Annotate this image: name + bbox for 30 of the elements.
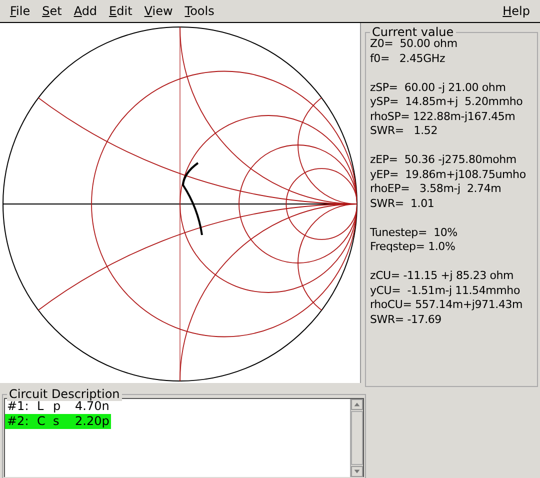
value-line: rhoCU= 557.14m+j971.43m [370,298,524,312]
value-line: Z0= 50.00 ohm [370,37,458,52]
value-line: zCU= -11.15 +j 85.23 ohm [370,269,515,284]
menu-item[interactable]: View [138,4,179,18]
value-line: zEP= 50.36 -j275.80mohm [370,153,518,168]
value-line: Freqstep= 1.0% [370,240,456,254]
menu-item[interactable]: Help [496,4,536,18]
value-line: yEP= 19.86m+j108.75umho [370,168,527,182]
menu-item[interactable]: Add [68,4,104,18]
value-line: rhoSP= 122.88m-j167.45m [370,110,516,124]
panel-title: Circuit Description [7,387,122,401]
panel-title: Current value [370,25,456,39]
scroll-bar[interactable] [350,399,363,477]
value-line: yCU= -1.51m-j 11.54mmho [370,284,521,298]
circuit-row[interactable]: #1: L p 4.70n [5,399,112,414]
menu-item[interactable]: Set [36,4,68,18]
value-line: rhoEP= 3.58m-j 2.74m [370,182,502,196]
value-line: SWR= 1.01 [370,196,436,211]
scroll-down-icon[interactable] [351,466,363,477]
menu-item[interactable]: Edit [103,4,138,18]
value-line: SWR= -17.69 [370,312,442,327]
value-line: ySP= 14.85m+j 5.20mmho [370,95,524,110]
menu-item[interactable]: Tools [178,4,220,18]
value-line: Tunestep= 10% [370,226,458,240]
circuit-row[interactable]: #2: C s 2.20p [5,414,112,429]
scroll-up-icon[interactable] [351,399,363,410]
value-line: SWR= 1.52 [370,124,439,138]
value-line: f0= 2.45GHz [370,52,446,66]
value-line: zSP= 60.00 -j 21.00 ohm [370,80,507,95]
menu-item[interactable]: File [4,4,36,18]
